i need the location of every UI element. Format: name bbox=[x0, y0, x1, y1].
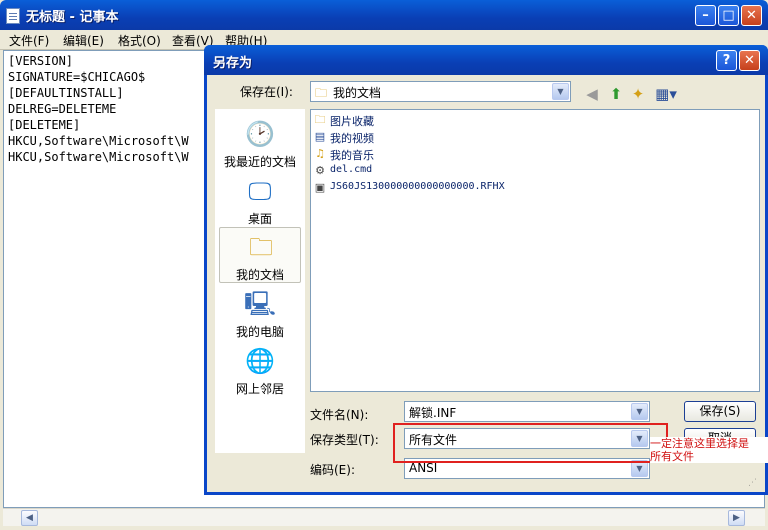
filetype-label: 保存类型(T): bbox=[310, 433, 379, 447]
filename-value: 解锁.INF bbox=[409, 406, 457, 420]
content-line: SIGNATURE=$CHICAGO$ bbox=[8, 70, 146, 84]
pictures-folder-icon: 🗀 bbox=[314, 113, 326, 126]
notepad-titlebar[interactable]: 无标题 - 记事本 – □ ✕ bbox=[0, 0, 768, 30]
file-name: JS60JS130000000000000000.RFHX bbox=[330, 181, 505, 192]
place-label: 网上邻居 bbox=[235, 382, 284, 396]
place-my-documents[interactable]: 🗀 我的文档 bbox=[219, 227, 301, 283]
menu-format[interactable]: 格式(O) bbox=[118, 32, 161, 49]
new-folder-icon[interactable]: ✦ bbox=[628, 84, 648, 104]
content-line: HKCU,Software\Microsoft\W bbox=[8, 150, 189, 164]
folder-icon: 🗀 bbox=[315, 86, 328, 100]
encoding-label: 编码(E): bbox=[310, 463, 355, 477]
rfhx-file-icon: ▣ bbox=[314, 181, 326, 194]
content-line: [DELETEME] bbox=[8, 118, 81, 132]
content-line: [DEFAULTINSTALL] bbox=[8, 86, 124, 100]
dialog-title: 另存为 bbox=[213, 56, 253, 71]
chevron-down-icon[interactable]: ▼ bbox=[552, 83, 569, 100]
back-icon[interactable]: ◀ bbox=[582, 84, 602, 104]
dialog-close-button[interactable]: ✕ bbox=[739, 50, 760, 71]
filename-input[interactable]: 解锁.INF ▼ bbox=[404, 401, 650, 422]
notepad-title: 无标题 - 记事本 bbox=[26, 10, 119, 25]
my-computer-icon: 🖳 bbox=[244, 290, 277, 318]
save-in-combo[interactable]: 我的文档 🗀 ▼ bbox=[310, 81, 571, 102]
videos-folder-icon: ▤ bbox=[314, 130, 326, 143]
place-label: 桌面 bbox=[247, 212, 272, 226]
filename-label: 文件名(N): bbox=[310, 408, 369, 422]
file-name: 图片收藏 bbox=[330, 115, 374, 128]
network-places-icon: 🌐 bbox=[245, 347, 275, 375]
annotation-highlight-box bbox=[393, 423, 668, 463]
cmd-file-icon: ⚙ bbox=[315, 164, 325, 177]
resize-grip-icon[interactable]: ⋰ bbox=[748, 478, 762, 492]
horizontal-scrollbar[interactable]: ◀ ▶ bbox=[3, 508, 765, 526]
menu-file[interactable]: 文件(F) bbox=[9, 32, 49, 49]
close-button[interactable]: ✕ bbox=[741, 5, 762, 26]
save-in-label: 保存在(I): bbox=[240, 85, 293, 99]
encoding-value: ANSI bbox=[409, 461, 438, 475]
recent-documents-icon: 🕑 bbox=[245, 120, 275, 148]
file-name: 我的视频 bbox=[330, 132, 374, 145]
file-name: del.cmd bbox=[330, 164, 373, 175]
up-folder-icon[interactable]: ⬆ bbox=[606, 84, 626, 104]
music-folder-icon: ♫ bbox=[315, 147, 325, 160]
content-line: [VERSION] bbox=[8, 54, 74, 68]
place-label: 我最近的文档 bbox=[223, 155, 296, 169]
content-line: DELREG=DELETEME bbox=[8, 102, 117, 116]
place-network[interactable]: 🌐 网上邻居 bbox=[219, 342, 301, 398]
chevron-down-icon[interactable]: ▼ bbox=[631, 403, 648, 420]
minimize-button[interactable]: – bbox=[695, 5, 716, 26]
file-name: 我的音乐 bbox=[330, 149, 374, 162]
place-recent-documents[interactable]: 🕑 我最近的文档 bbox=[219, 115, 301, 171]
save-button[interactable]: 保存(S) bbox=[684, 401, 756, 422]
scroll-right-arrow-icon[interactable]: ▶ bbox=[728, 510, 745, 526]
place-my-computer[interactable]: 🖳 我的电脑 bbox=[219, 285, 301, 341]
notepad-content: [VERSION] SIGNATURE=$CHICAGO$ [DEFAULTIN… bbox=[8, 53, 189, 165]
notepad-icon bbox=[6, 8, 20, 24]
maximize-button[interactable]: □ bbox=[718, 5, 739, 26]
my-documents-icon: 🗀 bbox=[249, 233, 273, 261]
help-button[interactable]: ? bbox=[716, 50, 737, 71]
view-menu-icon[interactable]: ▦▾ bbox=[653, 84, 679, 104]
save-in-value: 我的文档 bbox=[333, 86, 382, 100]
place-desktop[interactable]: 🖵 桌面 bbox=[219, 172, 301, 228]
menu-edit[interactable]: 编辑(E) bbox=[63, 32, 104, 49]
place-label: 我的电脑 bbox=[235, 325, 284, 339]
content-line: HKCU,Software\Microsoft\W bbox=[8, 134, 189, 148]
annotation-note: 一定注意这里选择是 所有文件 bbox=[650, 437, 768, 463]
dialog-titlebar[interactable]: 另存为 ? ✕ bbox=[204, 45, 768, 75]
desktop-icon: 🖵 bbox=[248, 177, 272, 205]
scroll-left-arrow-icon[interactable]: ◀ bbox=[21, 510, 38, 526]
places-bar: 🕑 我最近的文档 🖵 桌面 🗀 我的文档 🖳 我的电脑 🌐 网上邻居 bbox=[215, 109, 305, 453]
annotation-line: 所有文件 bbox=[650, 450, 694, 463]
annotation-line: 一定注意这里选择是 bbox=[650, 437, 749, 450]
place-label: 我的文档 bbox=[235, 268, 284, 282]
file-list[interactable]: 🗀 图片收藏 ▤ 我的视频 ♫ 我的音乐 ⚙ del.cmd ▣ JS60JS1… bbox=[310, 109, 760, 392]
